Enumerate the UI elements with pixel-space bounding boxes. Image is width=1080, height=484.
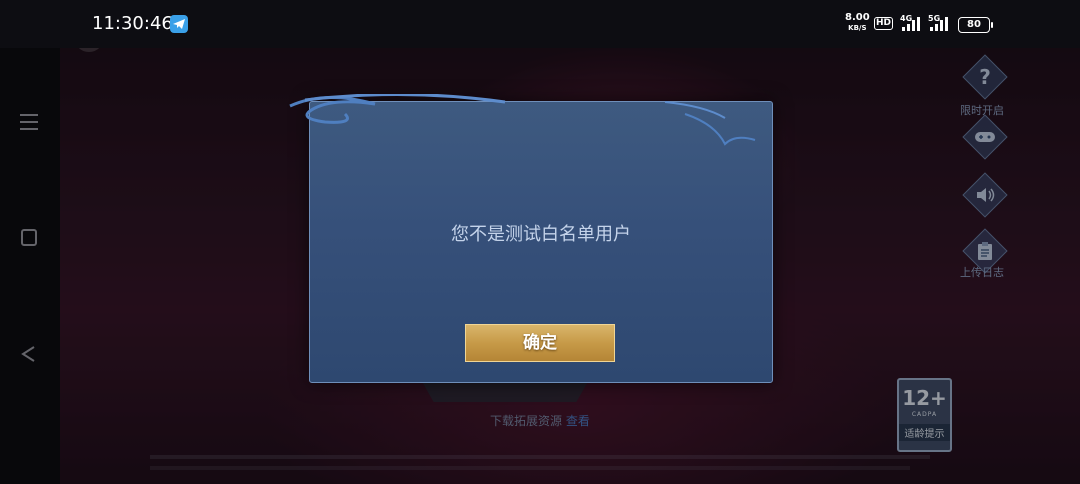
clock: 11:30:46 [92, 13, 173, 34]
alert-dialog: 您不是测试白名单用户 确定 [289, 94, 773, 383]
network-speed: 8.00 KB/S [845, 12, 870, 33]
battery-icon: 80 [958, 17, 993, 33]
dialog-ornament [289, 94, 756, 146]
confirm-button[interactable]: 确定 [465, 324, 615, 362]
hd-icon: HD [874, 17, 894, 30]
dialog-message: 您不是测试白名单用户 [451, 224, 631, 245]
status-bar: 11:30:46 8.00 KB/S HD 4G 5G 80 [0, 0, 1080, 48]
telegram-icon [170, 15, 188, 33]
